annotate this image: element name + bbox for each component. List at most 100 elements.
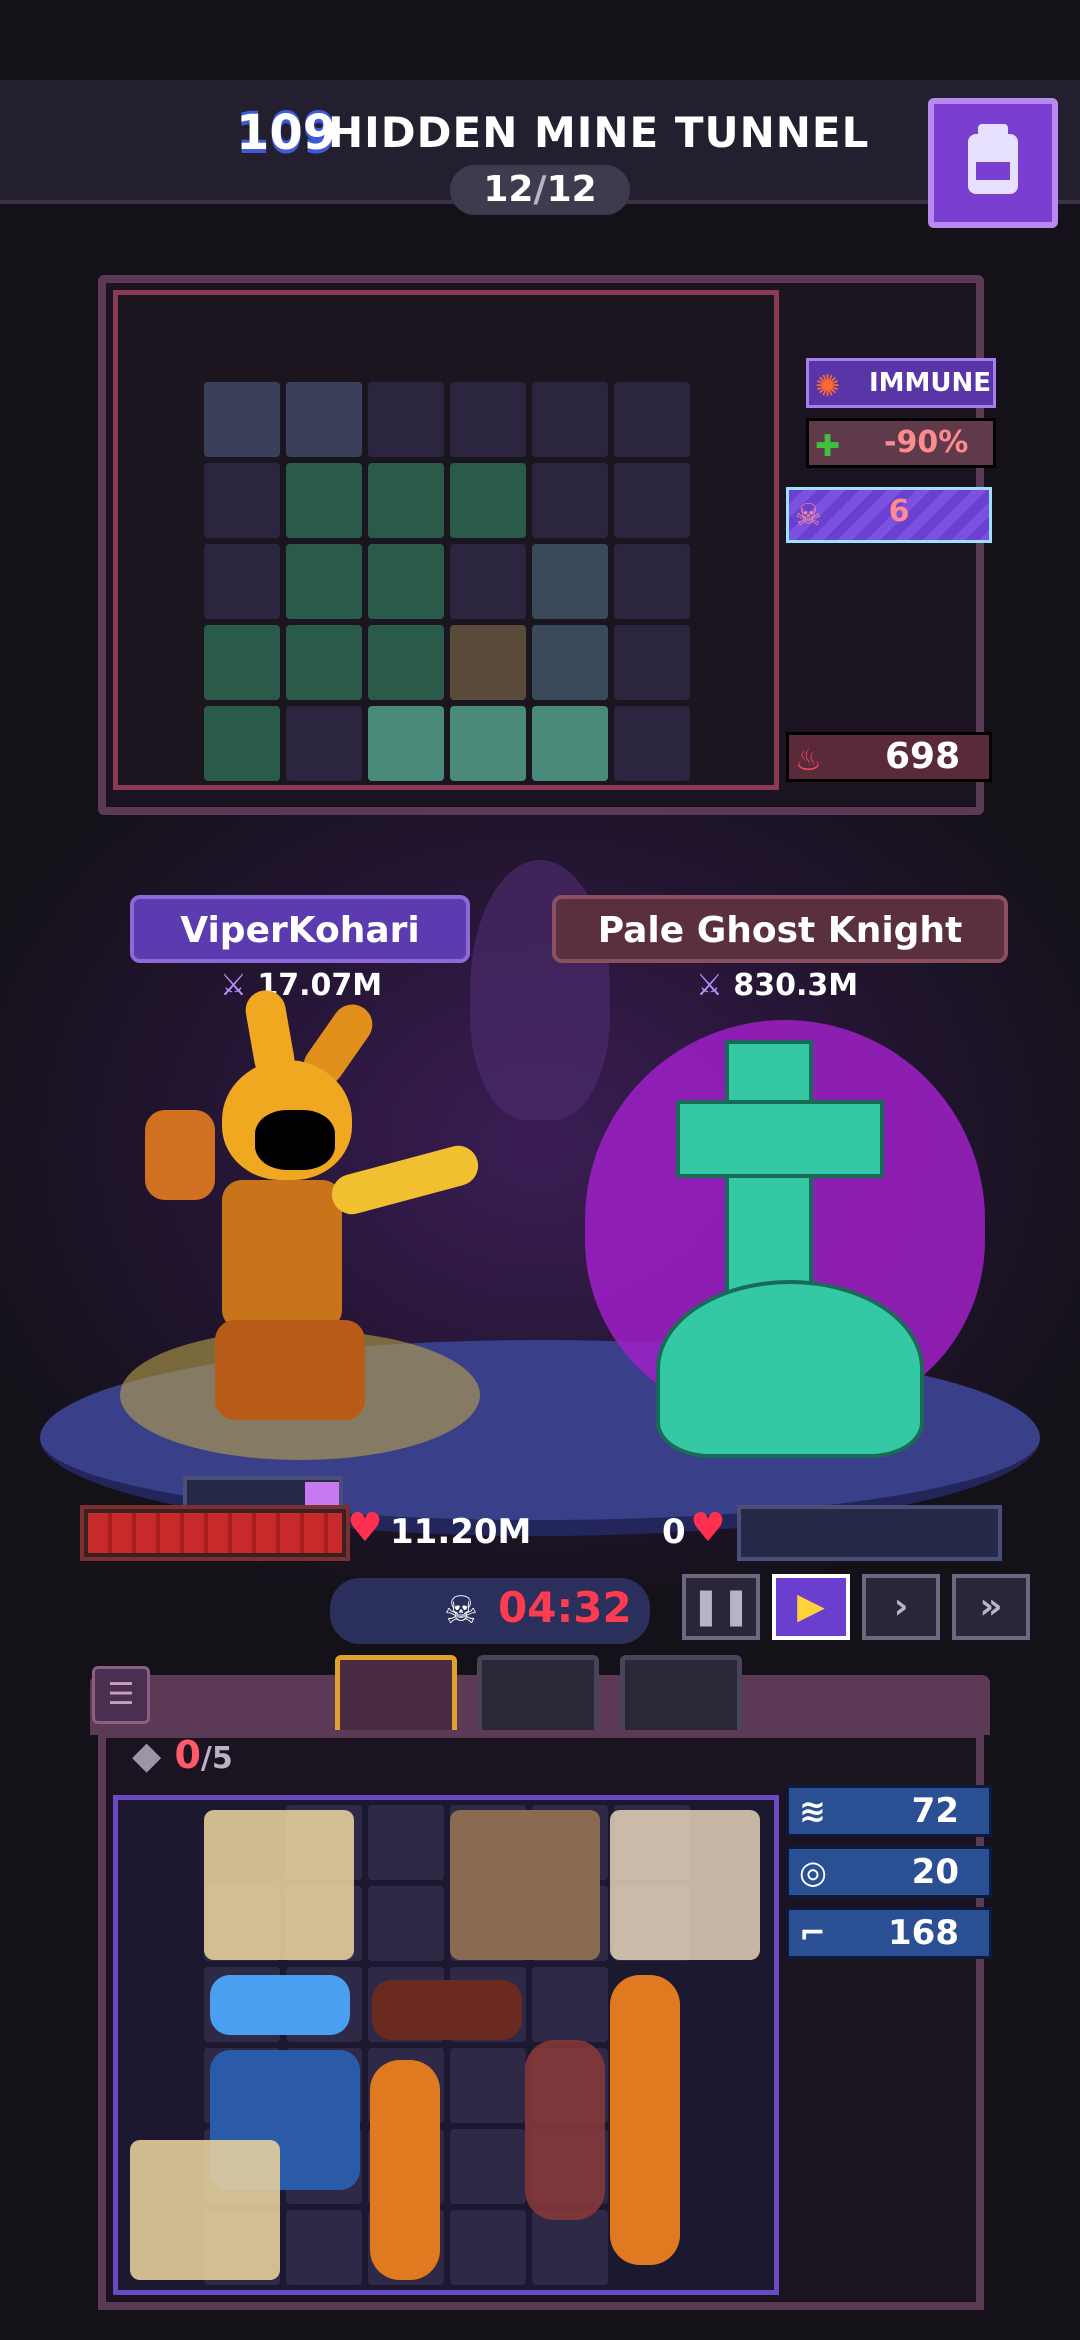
grid-cell — [286, 706, 362, 781]
grid-cell[interactable] — [532, 1967, 608, 2042]
skull-count-badge: ☠ 6 — [786, 487, 992, 543]
grid-cell — [450, 382, 526, 457]
grid-cell[interactable] — [450, 2048, 526, 2123]
chevron-right-icon: › — [893, 1586, 909, 1627]
player-hand — [145, 1110, 215, 1200]
stage-number: 109 — [236, 105, 337, 161]
wing-item[interactable] — [130, 2140, 280, 2280]
boot-icon: ⌐ — [799, 1914, 826, 1952]
list-icon: ☰ — [107, 1677, 135, 1712]
enemy-inventory-grid — [204, 382, 690, 781]
grid-cell — [532, 382, 608, 457]
player-hp-value: 11.20M — [390, 1512, 532, 1552]
player-stat-boot: ⌐ 168 — [786, 1907, 992, 1959]
grid-cell[interactable] — [368, 1805, 444, 1880]
grid-cell — [614, 463, 690, 538]
play-button[interactable]: ▶ — [772, 1574, 850, 1640]
tombstone-mound — [656, 1280, 924, 1458]
grid-cell — [450, 463, 526, 538]
stat-value: 20 — [911, 1852, 959, 1892]
pause-icon: ❚❚ — [690, 1586, 752, 1627]
sword-icon: ⚔ — [696, 968, 723, 1003]
grid-cell — [532, 706, 608, 781]
wing-item[interactable] — [204, 1810, 354, 1960]
slot-counter: ◆ 0/5 — [132, 1733, 233, 1777]
tombstone-crossbar — [676, 1100, 884, 1178]
grid-cell — [614, 382, 690, 457]
target-icon: ◎ — [799, 1853, 827, 1891]
progress-total: 12 — [546, 169, 597, 210]
player-torso — [222, 1180, 342, 1330]
grid-cell[interactable] — [368, 1886, 444, 1961]
fire-bow-item[interactable] — [610, 1975, 680, 2265]
burn-icon: ✺ — [815, 369, 841, 404]
stat-value: 72 — [911, 1791, 959, 1831]
enemy-power-value: 698 — [885, 736, 961, 777]
backpack-icon — [968, 124, 1018, 194]
enemy-power-badge: ♨ 698 — [786, 732, 992, 782]
grid-cell[interactable] — [450, 2129, 526, 2204]
grid-cell — [532, 625, 608, 700]
grid-cell — [614, 625, 690, 700]
skull-icon: ☠ — [795, 498, 822, 533]
grid-cell — [204, 382, 280, 457]
fire-bow-item[interactable] — [370, 2060, 440, 2280]
speed-icon: ≋ — [799, 1792, 826, 1830]
grid-cell — [450, 544, 526, 619]
progress-current: 12 — [483, 169, 534, 210]
sword-icon: ⚔ — [220, 968, 247, 1003]
player-legs — [215, 1320, 365, 1420]
immune-badge: ✺ IMMUNE — [806, 358, 996, 408]
grid-cell — [204, 544, 280, 619]
grid-cell — [614, 544, 690, 619]
stage-name: HIDDEN MINE TUNNEL — [328, 108, 870, 157]
grid-cell — [286, 544, 362, 619]
blue-gem-item[interactable] — [210, 1975, 350, 2035]
grid-cell — [532, 544, 608, 619]
player-shield-fill — [305, 1482, 339, 1506]
skull-count-value: 6 — [888, 494, 910, 529]
pause-button[interactable]: ❚❚ — [682, 1574, 760, 1640]
grid-cell — [368, 463, 444, 538]
grid-cell — [450, 706, 526, 781]
grid-cell — [368, 706, 444, 781]
fast-forward-button[interactable]: › — [862, 1574, 940, 1640]
list-menu-button[interactable]: ☰ — [92, 1666, 150, 1724]
grid-cell — [286, 382, 362, 457]
stat-value: 168 — [888, 1913, 959, 1953]
player-nameplate: ViperKohari — [130, 895, 470, 963]
damage-reduction-badge: ✚ -90% — [806, 418, 996, 468]
grid-cell[interactable] — [532, 2210, 608, 2285]
grid-cell — [286, 625, 362, 700]
stage-progress: 12/12 — [450, 165, 630, 215]
double-chevron-right-icon: » — [979, 1586, 1003, 1627]
enemy-hp-value: 0 — [662, 1512, 686, 1552]
slots-used: 0 — [174, 1733, 201, 1777]
deer-skull-item[interactable] — [450, 1810, 600, 1960]
fastest-forward-button[interactable]: » — [952, 1574, 1030, 1640]
diamond-icon: ◆ — [132, 1733, 162, 1777]
battle-timer: 04:32 — [498, 1583, 632, 1632]
enemy-attack: ⚔ 830.3M — [696, 968, 858, 1003]
player-hp: 11.20M — [348, 1512, 531, 1552]
enemy-hp-bar — [737, 1505, 1002, 1561]
heart-icon: ♥ — [690, 1505, 726, 1551]
enemy-attack-value: 830.3M — [733, 968, 859, 1003]
grid-cell[interactable] — [286, 2210, 362, 2285]
grid-cell — [204, 463, 280, 538]
player-attack: ⚔ 17.07M — [220, 968, 382, 1003]
grid-cell — [286, 463, 362, 538]
player-stat-speed: ≋ 72 — [786, 1785, 992, 1837]
grid-cell — [204, 706, 280, 781]
backpack-button[interactable] — [928, 98, 1058, 228]
grid-cell[interactable] — [450, 2210, 526, 2285]
goggles-item[interactable] — [372, 1980, 522, 2040]
slots-max: /5 — [200, 1741, 233, 1776]
grid-cell — [368, 625, 444, 700]
grid-cell — [450, 625, 526, 700]
enemy-nameplate: Pale Ghost Knight — [552, 895, 1008, 963]
wing-item[interactable] — [610, 1810, 760, 1960]
player-mask — [255, 1110, 335, 1170]
potion-item[interactable] — [525, 2040, 605, 2220]
grid-cell — [368, 382, 444, 457]
